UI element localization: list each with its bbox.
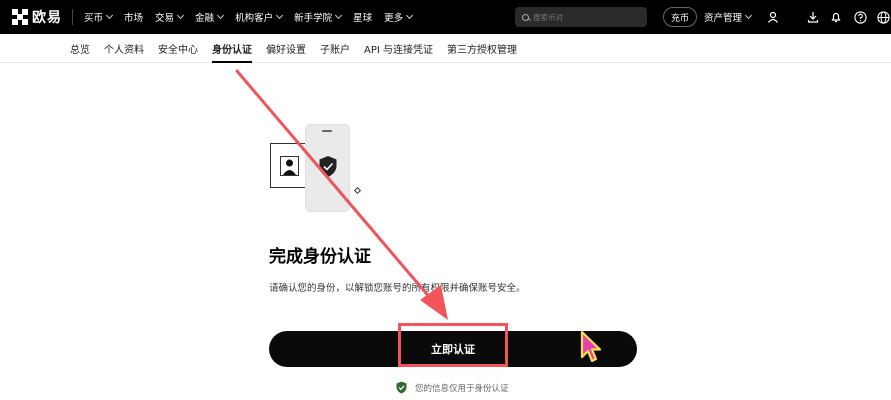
- nav-item-trade[interactable]: 交易: [155, 10, 185, 24]
- bell-icon[interactable]: [829, 10, 843, 24]
- nav-item-planet[interactable]: 星球: [353, 10, 372, 24]
- identity-illustration: [269, 123, 369, 213]
- tab-sub-accounts[interactable]: 子账户: [320, 34, 350, 63]
- chevron-down-icon: [177, 11, 185, 20]
- shield-check-icon: [318, 155, 338, 182]
- logo-mark-icon: [12, 9, 28, 25]
- privacy-note: 您的信息仅用于身份认证: [396, 381, 509, 394]
- nav-item-markets[interactable]: 市场: [124, 10, 143, 24]
- deposit-button[interactable]: 充币: [663, 7, 697, 27]
- asset-management-menu[interactable]: 资产管理: [704, 0, 753, 34]
- search-box[interactable]: [515, 7, 647, 27]
- page-description: 请确认您的身份，以解锁您账号的所有权限并确保账号安全。: [269, 283, 526, 294]
- page-title: 完成身份认证: [269, 247, 371, 267]
- account-subnav: 总览 个人资料 安全中心 身份认证 偏好设置 子账户 API 与连接凭证 第三方…: [0, 34, 891, 63]
- globe-icon[interactable]: [876, 10, 890, 24]
- nav-item-buy-crypto[interactable]: 买币: [84, 10, 114, 24]
- chevron-down-icon: [335, 11, 343, 20]
- tab-profile[interactable]: 个人资料: [104, 34, 144, 63]
- tab-api[interactable]: API 与连接凭证: [364, 34, 433, 63]
- chevron-down-icon: [217, 11, 225, 20]
- download-icon[interactable]: [806, 10, 820, 24]
- search-input[interactable]: [533, 12, 633, 22]
- diamond-decoration: [353, 186, 362, 195]
- okx-logo[interactable]: 欧易: [12, 0, 62, 34]
- chevron-down-icon: [276, 11, 284, 20]
- help-icon[interactable]: [853, 10, 867, 24]
- nav-item-finance[interactable]: 金融: [195, 10, 225, 24]
- shield-check-icon: [396, 381, 407, 394]
- logo-divider: [72, 9, 73, 25]
- tab-third-party-auth[interactable]: 第三方授权管理: [447, 34, 517, 63]
- search-icon: [522, 13, 529, 21]
- logo-text: 欧易: [32, 10, 62, 26]
- chevron-down-icon: [105, 11, 114, 20]
- top-navigation-bar: 欧易 买币 市场 交易 金融 机构客户 新手学院 星球 更多 充币 资产管理: [0, 0, 891, 34]
- chevron-down-icon: [744, 11, 753, 20]
- tab-security-center[interactable]: 安全中心: [158, 34, 198, 63]
- id-card-icon: [270, 143, 307, 188]
- mouse-cursor-icon: [580, 330, 602, 363]
- nav-item-more[interactable]: 更多: [384, 10, 414, 24]
- chevron-down-icon: [406, 11, 414, 20]
- tab-preferences[interactable]: 偏好设置: [266, 34, 306, 63]
- nav-item-institutional[interactable]: 机构客户: [235, 10, 284, 24]
- nav-item-learn[interactable]: 新手学院: [294, 10, 343, 24]
- tab-overview[interactable]: 总览: [70, 34, 90, 63]
- user-icon[interactable]: [766, 10, 780, 24]
- tab-identity-verification[interactable]: 身份认证: [212, 34, 252, 63]
